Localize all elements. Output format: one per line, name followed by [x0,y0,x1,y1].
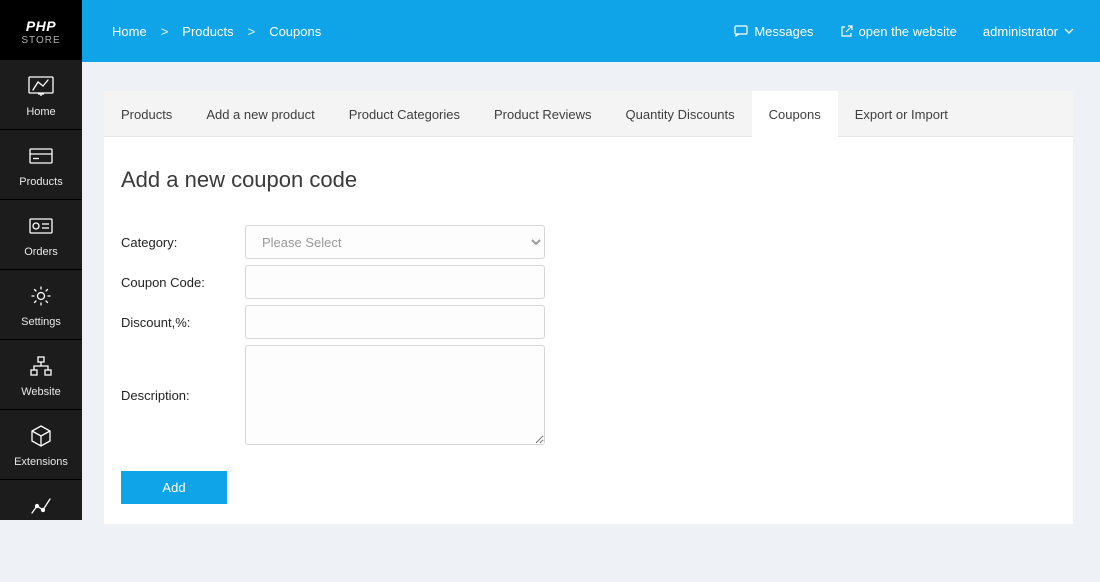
sidebar-item-home[interactable]: Home [0,60,82,130]
home-icon [28,72,54,100]
topbar: Home > Products > Coupons Messages open … [82,0,1100,62]
analytics-icon [31,492,51,520]
sidebar-item-extensions[interactable]: Extensions [0,410,82,480]
sidebar-item-products[interactable]: Products [0,130,82,200]
sidebar-item-label: Products [19,176,62,188]
coupon-code-input[interactable] [245,265,545,299]
user-label: administrator [983,24,1058,39]
sidebar-item-website[interactable]: Website [0,340,82,410]
chevron-down-icon [1064,28,1074,34]
sidebar: PHP STORE Home Products [0,0,82,520]
message-icon [734,25,748,37]
sidebar-item-label: Settings [21,316,61,328]
gear-icon [31,282,51,310]
orders-icon [29,212,53,240]
sidebar-item-label: Orders [24,246,58,258]
sidebar-item-orders[interactable]: Orders [0,200,82,270]
cube-icon [31,422,51,450]
tab-qty-discounts[interactable]: Quantity Discounts [609,91,752,137]
tab-reviews[interactable]: Product Reviews [477,91,609,137]
category-select[interactable]: Please Select [245,225,545,259]
discount-label: Discount,%: [121,315,245,330]
logo: PHP STORE [0,0,82,60]
content: Products Add a new product Product Categ… [82,62,1100,520]
breadcrumb-products[interactable]: Products [182,24,233,39]
row-coupon-code: Coupon Code: [121,265,1053,299]
messages-link[interactable]: Messages [734,24,813,39]
breadcrumb: Home > Products > Coupons [112,24,321,39]
logo-title: PHP [0,18,82,34]
open-website-link[interactable]: open the website [840,24,957,39]
user-menu[interactable]: administrator [983,24,1074,39]
row-discount: Discount,%: [121,305,1053,339]
sidebar-item-partial[interactable] [0,480,82,520]
sidebar-item-label: Home [26,106,55,118]
sidebar-item-settings[interactable]: Settings [0,270,82,340]
tab-add-product[interactable]: Add a new product [189,91,331,137]
messages-label: Messages [754,24,813,39]
row-category: Category: Please Select [121,225,1053,259]
sidebar-item-label: Extensions [14,456,68,468]
button-row: Add [121,471,1053,504]
discount-input[interactable] [245,305,545,339]
products-icon [29,142,53,170]
sitemap-icon [30,352,52,380]
breadcrumb-home[interactable]: Home [112,24,147,39]
tabs: Products Add a new product Product Categ… [104,91,1073,137]
description-textarea[interactable] [245,345,545,445]
coupon-code-label: Coupon Code: [121,275,245,290]
breadcrumb-sep: > [161,24,169,39]
logo-subtitle: STORE [0,35,82,46]
tab-export-import[interactable]: Export or Import [838,91,965,137]
breadcrumb-sep: > [248,24,256,39]
breadcrumb-coupons[interactable]: Coupons [269,24,321,39]
panel: Products Add a new product Product Categ… [104,91,1073,524]
external-link-icon [840,25,853,38]
tab-products[interactable]: Products [104,91,189,137]
tab-categories[interactable]: Product Categories [332,91,477,137]
sidebar-item-label: Website [21,386,61,398]
page-title: Add a new coupon code [121,167,1053,193]
description-label: Description: [121,388,245,403]
row-description: Description: [121,345,1053,445]
tab-coupons[interactable]: Coupons [752,91,838,138]
category-label: Category: [121,235,245,250]
form-area: Add a new coupon code Category: Please S… [104,137,1073,524]
add-button[interactable]: Add [121,471,227,504]
open-website-label: open the website [859,24,957,39]
